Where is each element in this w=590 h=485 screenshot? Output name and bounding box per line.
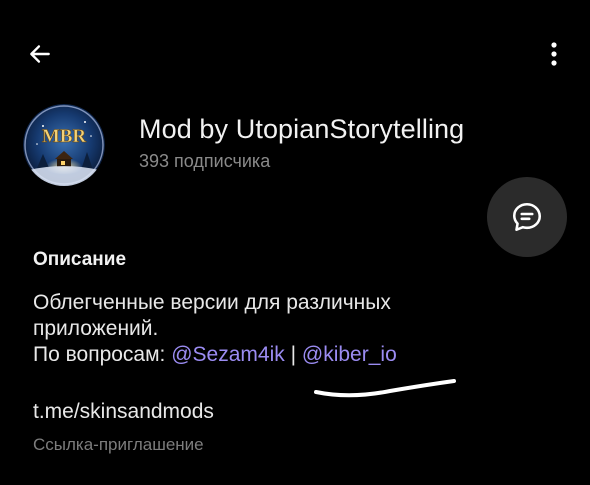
subscriber-count: 393 подписчика xyxy=(139,151,271,171)
avatar[interactable]: MBR xyxy=(23,104,105,186)
more-vertical-icon xyxy=(551,42,557,66)
chat-button[interactable] xyxy=(487,177,567,257)
back-button[interactable] xyxy=(22,36,58,72)
channel-name: Mod by UtopianStorytelling xyxy=(139,114,465,144)
description-text: Облегченные версии для различных приложе… xyxy=(33,290,553,368)
more-menu-button[interactable] xyxy=(536,36,572,72)
invite-link-caption: Ссылка-приглашение xyxy=(33,435,204,454)
hand-drawn-underline xyxy=(314,379,456,398)
contact-line: По вопросам: @Sezam4ik | @kiber_io xyxy=(33,342,553,368)
chat-bubble-icon xyxy=(512,202,542,232)
mention-link-kiber-io[interactable]: @kiber_io xyxy=(302,343,397,366)
channel-avatar-image: MBR xyxy=(23,104,105,186)
contact-prefix: По вопросам: xyxy=(33,343,172,366)
description-title: Описание xyxy=(33,249,127,270)
avatar-logo-text: MBR xyxy=(42,126,87,147)
top-bar xyxy=(0,0,590,100)
invite-link[interactable]: t.me/skinsandmods xyxy=(33,400,214,424)
arrow-left-icon xyxy=(30,45,50,63)
description-line-1: Облегченные версии для различных xyxy=(33,291,391,314)
mention-link-sezam4ik[interactable]: @Sezam4ik xyxy=(171,343,285,366)
description-line-2: приложений. xyxy=(33,317,159,340)
mention-separator: | xyxy=(284,343,302,366)
